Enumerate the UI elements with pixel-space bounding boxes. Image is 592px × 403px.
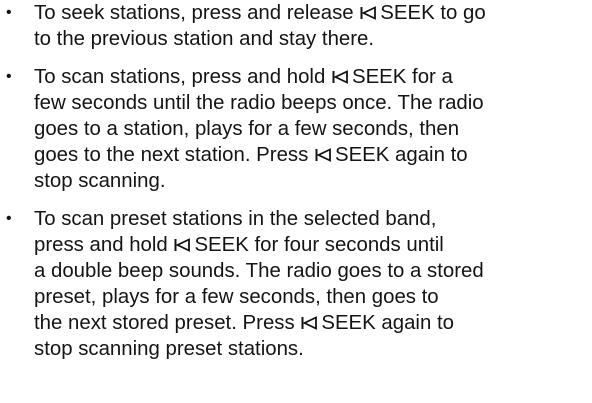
text-line: stop scanning.: [34, 168, 592, 194]
text-line: press and hold SEEK for four seconds unt…: [34, 232, 592, 258]
text-segment: goes to the next station. Press: [34, 144, 314, 166]
seek-back-icon: [174, 238, 191, 252]
seek-back-icon: [301, 316, 318, 330]
text-segment: To scan preset stations in the selected …: [34, 208, 437, 230]
text-segment: a double beep sounds. The radio goes to …: [34, 260, 484, 282]
bullet-dot-icon: •: [6, 4, 12, 21]
text-segment: goes to a station, plays for a few secon…: [34, 118, 460, 140]
bullet-dot-icon: •: [6, 210, 12, 227]
text-segment: press and hold: [34, 234, 174, 256]
instruction-document: • To seek stations, press and release SEE…: [0, 0, 592, 403]
text-segment: again to: [375, 312, 454, 334]
text-segment: to go: [434, 2, 486, 24]
text-line: To seek stations, press and release SEEK…: [34, 0, 592, 26]
bullet-dot-icon: •: [6, 68, 12, 85]
bullet-list: • To seek stations, press and release SEE…: [0, 0, 592, 362]
seek-label: SEEK: [321, 312, 376, 334]
text-line: To scan stations, press and hold SEEK fo…: [34, 64, 592, 90]
seek-label: SEEK: [351, 66, 407, 88]
text-line: goes to a station, plays for a few secon…: [34, 116, 592, 142]
text-line: to the previous station and stay there.: [34, 26, 592, 52]
text-segment: to the previous station and stay there.: [34, 28, 375, 50]
bullet-item: • To scan stations, press and hold SEEK f…: [0, 64, 592, 194]
seek-label: SEEK: [380, 2, 435, 24]
seek-back-icon: [332, 70, 348, 84]
text-segment: again to: [389, 144, 468, 166]
text-segment: To seek stations, press and release: [34, 2, 360, 24]
text-line: To scan preset stations in the selected …: [34, 206, 592, 232]
text-line: the next stored preset. Press SEEK again…: [34, 310, 592, 336]
bullet-item: • To scan preset stations in the selected…: [0, 206, 592, 362]
text-segment: To scan stations, press and hold: [34, 66, 331, 88]
text-line: a double beep sounds. The radio goes to …: [34, 258, 592, 284]
text-segment: few seconds until the radio beeps once. …: [34, 92, 484, 114]
text-segment: stop scanning preset stations.: [34, 338, 304, 360]
text-line: goes to the next station. Press SEEK aga…: [34, 142, 592, 168]
seek-back-icon: [315, 148, 331, 162]
seek-label: SEEK: [334, 144, 390, 166]
text-segment: stop scanning.: [34, 170, 166, 192]
text-segment: preset, plays for a few seconds, then go…: [34, 286, 439, 308]
text-line: stop scanning preset stations.: [34, 336, 592, 362]
seek-label: SEEK: [194, 234, 249, 256]
bullet-item: • To seek stations, press and release SEE…: [0, 0, 592, 52]
seek-back-icon: [360, 6, 377, 20]
text-segment: the next stored preset. Press: [34, 312, 301, 334]
text-segment: for four seconds until: [248, 234, 444, 256]
text-segment: for a: [406, 66, 453, 88]
text-line: few seconds until the radio beeps once. …: [34, 90, 592, 116]
text-line: preset, plays for a few seconds, then go…: [34, 284, 592, 310]
